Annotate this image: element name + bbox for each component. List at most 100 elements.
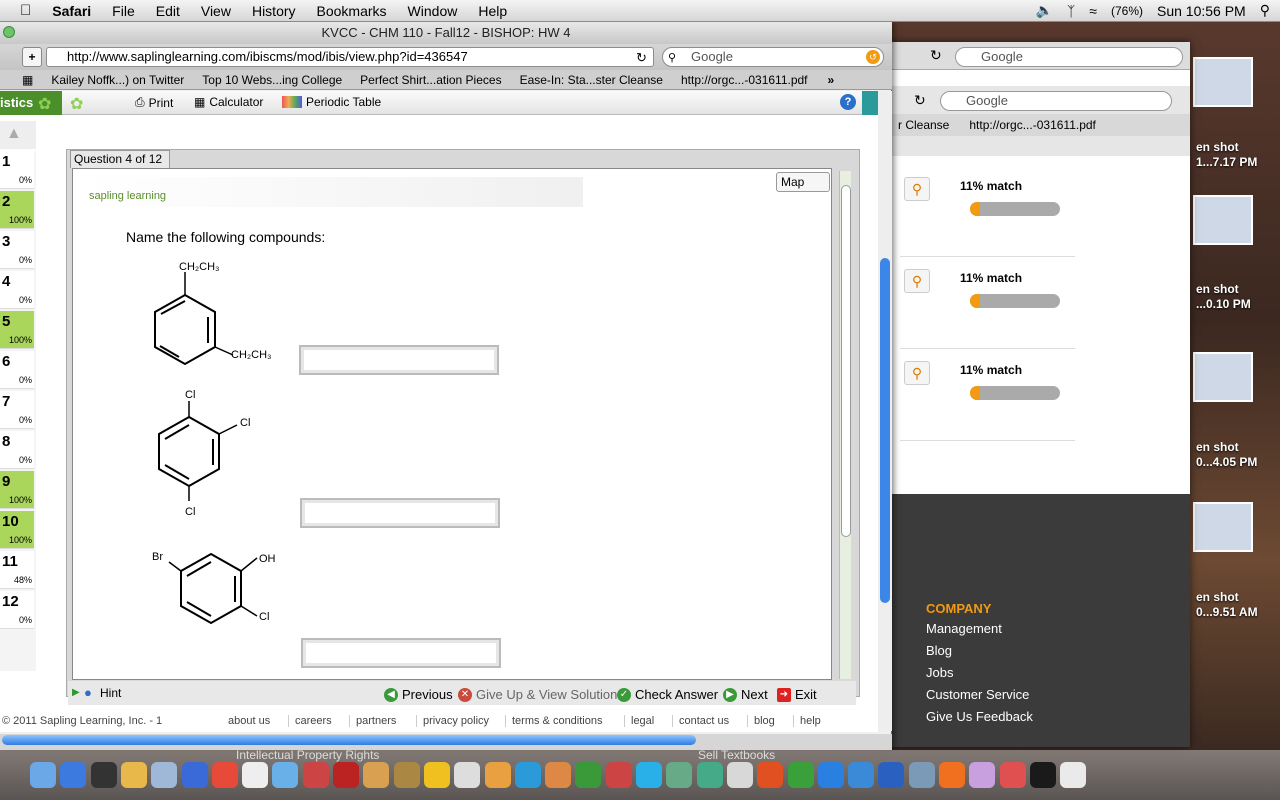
- scroll-thumb[interactable]: [880, 258, 890, 603]
- map-button[interactable]: Map: [776, 172, 830, 192]
- footer-link[interactable]: privacy policy: [416, 715, 489, 727]
- dock-app-icon[interactable]: [454, 762, 481, 788]
- apple-icon[interactable]: : [20, 2, 31, 19]
- footer-link[interactable]: terms & conditions: [505, 715, 602, 727]
- menu-window[interactable]: Window: [408, 3, 458, 19]
- question-nav-item[interactable]: 12 0%: [0, 591, 34, 629]
- footer-link[interactable]: help: [793, 715, 821, 727]
- footer-link[interactable]: about us: [222, 715, 270, 727]
- search-input[interactable]: Google: [955, 47, 1183, 67]
- give-up-button[interactable]: ✕ Give Up & View Solution: [458, 687, 617, 702]
- question-nav-item[interactable]: 6 0%: [0, 351, 34, 389]
- bookmark-link[interactable]: Top 10 Webs...ing College: [202, 73, 342, 87]
- screenshot-thumbnail[interactable]: [1193, 502, 1253, 552]
- bookmark-link[interactable]: Perfect Shirt...ation Pieces: [360, 73, 501, 87]
- dock-app-icon[interactable]: [575, 762, 602, 788]
- dock-app-icon[interactable]: [1060, 762, 1087, 788]
- footer-link[interactable]: blog: [747, 715, 775, 727]
- hint-button[interactable]: Hint: [100, 686, 121, 700]
- wifi-icon[interactable]: ≈: [1089, 3, 1097, 19]
- footer-link[interactable]: careers: [288, 715, 332, 727]
- dock-app-icon[interactable]: [181, 762, 208, 788]
- question-nav-item[interactable]: 3 0%: [0, 231, 34, 269]
- magnifier-icon[interactable]: ⚲: [904, 361, 930, 385]
- answer-input-3[interactable]: [301, 638, 501, 668]
- check-answer-button[interactable]: ✓ Check Answer: [617, 687, 718, 702]
- question-nav-item[interactable]: 9 100%: [0, 471, 34, 509]
- menu-view[interactable]: View: [201, 3, 231, 19]
- search-input[interactable]: Google: [940, 91, 1172, 111]
- question-nav-item[interactable]: 11 48%: [0, 551, 34, 589]
- url-field[interactable]: http://www.saplinglearning.com/ibiscms/m…: [46, 47, 654, 67]
- dock-app-icon[interactable]: [333, 762, 359, 788]
- add-bookmark-button[interactable]: +: [22, 47, 42, 67]
- footer-link[interactable]: contact us: [672, 715, 729, 727]
- dock-app-icon[interactable]: [787, 762, 814, 788]
- footer-link[interactable]: partners: [349, 715, 396, 727]
- dock-app-icon[interactable]: [636, 762, 662, 788]
- dock-app-icon[interactable]: [726, 762, 753, 788]
- question-nav-item[interactable]: 5 100%: [0, 311, 34, 349]
- chevron-right-icon[interactable]: »: [828, 73, 835, 87]
- grid-icon[interactable]: ▦: [22, 73, 33, 87]
- footer-link[interactable]: Management: [926, 621, 1002, 636]
- zoom-button[interactable]: [3, 26, 15, 38]
- bookmark-link[interactable]: r Cleanse: [898, 118, 949, 132]
- previous-button[interactable]: ◀ Previous: [384, 687, 453, 702]
- screenshot-thumbnail[interactable]: [1193, 57, 1253, 107]
- battery-status[interactable]: (76%): [1111, 4, 1143, 18]
- spotlight-icon[interactable]: ⚲: [1260, 2, 1270, 19]
- question-nav-item[interactable]: 1 0%: [0, 151, 34, 189]
- magnifier-icon[interactable]: ⚲: [904, 177, 930, 201]
- print-button[interactable]: ⎙ Print: [135, 95, 173, 110]
- reload-icon[interactable]: ↻: [636, 50, 647, 66]
- volume-icon[interactable]: 🔈: [1035, 2, 1052, 19]
- bookmark-link[interactable]: Ease-In: Sta...ster Cleanse: [520, 73, 663, 87]
- magnifier-icon[interactable]: ⚲: [904, 269, 930, 293]
- dock-app-icon[interactable]: [545, 762, 572, 788]
- menu-file[interactable]: File: [112, 3, 135, 19]
- dock-app-icon[interactable]: [242, 762, 269, 788]
- reload-icon[interactable]: ↻: [914, 92, 926, 109]
- side-tab[interactable]: [862, 91, 878, 115]
- dock-app-icon[interactable]: [393, 762, 420, 788]
- question-nav-item[interactable]: 4 0%: [0, 271, 34, 309]
- question-nav-item[interactable]: 2 100%: [0, 191, 34, 229]
- menu-bookmarks[interactable]: Bookmarks: [317, 3, 387, 19]
- dock-app-icon[interactable]: [878, 762, 905, 788]
- dock-app-icon[interactable]: [908, 762, 935, 788]
- dock-app-icon[interactable]: [817, 762, 844, 788]
- menu-help[interactable]: Help: [478, 3, 507, 19]
- app-menu[interactable]: Safari: [52, 3, 91, 19]
- menu-edit[interactable]: Edit: [156, 3, 180, 19]
- dock-app-icon[interactable]: [696, 762, 723, 788]
- snapback-icon[interactable]: ↺: [866, 50, 880, 64]
- dock-app-icon[interactable]: [605, 762, 632, 788]
- screenshot-thumbnail[interactable]: [1193, 352, 1253, 402]
- dock-app-icon[interactable]: [1029, 762, 1056, 788]
- inner-scrollbar[interactable]: [839, 171, 851, 679]
- dock-app-icon[interactable]: [272, 762, 299, 788]
- dock-app-icon[interactable]: [60, 762, 87, 788]
- dock-app-icon[interactable]: [848, 762, 875, 788]
- bookmark-link[interactable]: http://orgc...-031611.pdf: [681, 73, 808, 87]
- bookmark-link[interactable]: http://orgc...-031611.pdf: [969, 118, 1096, 132]
- dock-app-icon[interactable]: [666, 762, 693, 788]
- scroll-thumb[interactable]: [841, 185, 851, 537]
- footer-link[interactable]: legal: [624, 715, 654, 727]
- footer-link[interactable]: Customer Service: [926, 687, 1029, 702]
- calculator-button[interactable]: ▦ Calculator: [194, 95, 263, 109]
- next-button[interactable]: ▶ Next: [723, 687, 768, 702]
- dock-app-icon[interactable]: [514, 762, 541, 788]
- answer-input-1[interactable]: [299, 345, 499, 375]
- screenshot-thumbnail[interactable]: [1193, 195, 1253, 245]
- page-scrollbar[interactable]: [878, 91, 892, 731]
- menu-history[interactable]: History: [252, 3, 296, 19]
- background-browser-window[interactable]: ↻ Google ↻ Google r Cleanse http://orgc.…: [880, 42, 1190, 747]
- help-icon[interactable]: ?: [840, 94, 856, 110]
- dock-app-icon[interactable]: [211, 762, 238, 788]
- footer-link[interactable]: Blog: [926, 643, 952, 658]
- bluetooth-icon[interactable]: ᛉ: [1067, 3, 1075, 19]
- question-nav-up[interactable]: ▲: [0, 121, 36, 149]
- periodic-table-button[interactable]: Periodic Table: [282, 95, 381, 109]
